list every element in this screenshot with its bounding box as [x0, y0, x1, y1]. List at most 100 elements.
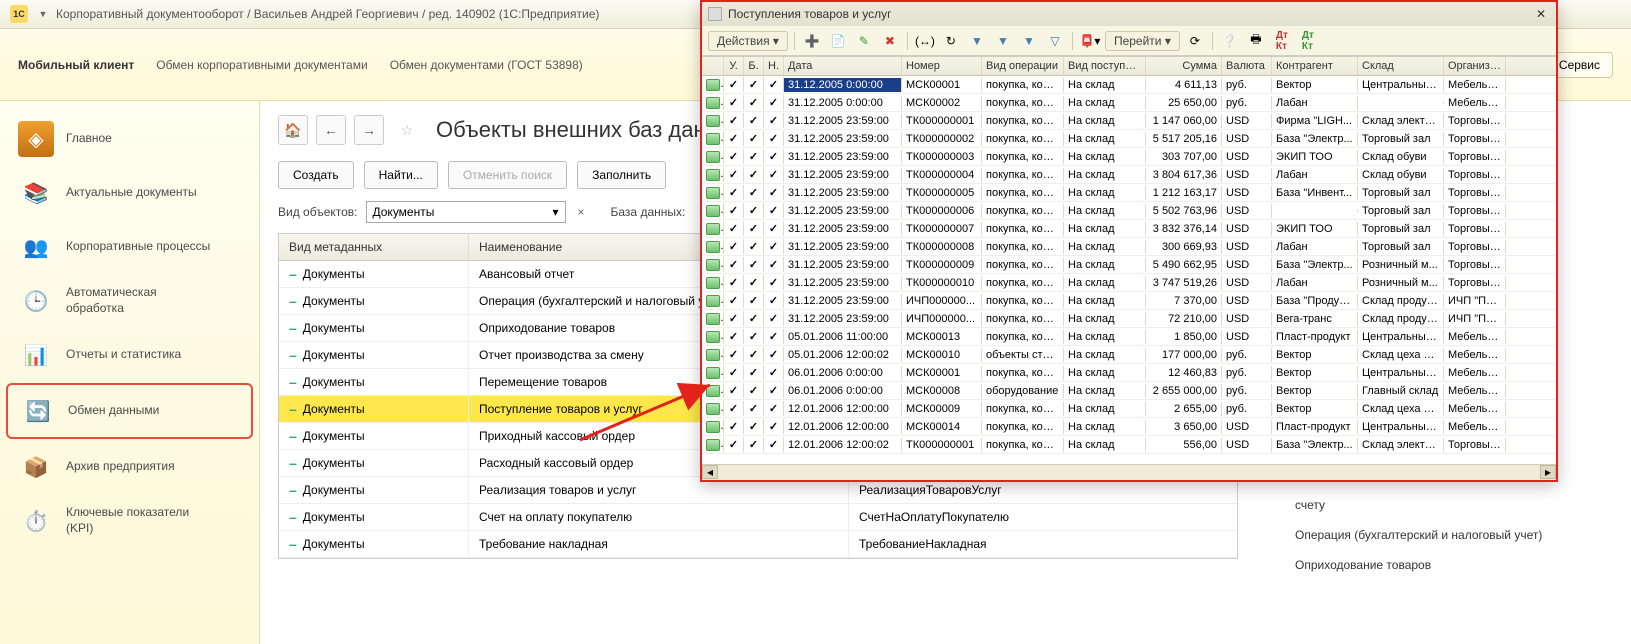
cell-sum: 3 650,00: [1146, 420, 1222, 434]
add-icon[interactable]: ➕: [801, 30, 823, 52]
edit-icon[interactable]: ✎: [853, 30, 875, 52]
grid-row[interactable]: 31.12.2005 23:59:00ТК000000008покупка, к…: [702, 238, 1556, 256]
grid-row[interactable]: 05.01.2006 12:00:02МСК00010объекты стро.…: [702, 346, 1556, 364]
create-button[interactable]: Создать: [278, 161, 354, 189]
sidebar-item-processes[interactable]: 👥 Корпоративные процессы: [6, 221, 253, 273]
cycle-icon[interactable]: ⟳: [1184, 30, 1206, 52]
filter1-icon[interactable]: ▼: [966, 30, 988, 52]
grid-scrollbar[interactable]: ◂ ▸: [702, 464, 1556, 480]
document-icon: [706, 385, 720, 397]
grid-row[interactable]: 12.01.2006 12:00:00МСК00009покупка, ком.…: [702, 400, 1556, 418]
cell-post: На склад: [1064, 114, 1146, 128]
debit-icon[interactable]: ДтКт: [1271, 30, 1293, 52]
grid-row[interactable]: 05.01.2006 11:00:00МСК00013покупка, ком.…: [702, 328, 1556, 346]
grid-row[interactable]: 12.01.2006 12:00:00МСК00014покупка, ком.…: [702, 418, 1556, 436]
goto-menu[interactable]: Перейти ▾: [1105, 31, 1180, 51]
cell-code: ТребованиеНакладная: [849, 531, 1237, 557]
grid-row[interactable]: 31.12.2005 23:59:00ТК000000001покупка, к…: [702, 112, 1556, 130]
cell-kind: Документы: [303, 294, 365, 308]
col-n[interactable]: Н.: [764, 57, 784, 75]
copy-icon[interactable]: 📄: [827, 30, 849, 52]
grid-row[interactable]: 31.12.2005 23:59:00ТК000000009покупка, к…: [702, 256, 1556, 274]
helper-item[interactable]: Операция (бухгалтерский и налоговый учет…: [1291, 520, 1621, 550]
col-sum[interactable]: Сумма: [1146, 57, 1222, 75]
find-button[interactable]: Найти...: [364, 161, 438, 189]
table-row[interactable]: –ДокументыСчет на оплату покупателюСчетН…: [279, 504, 1237, 531]
grid-row[interactable]: 31.12.2005 23:59:00ТК000000006покупка, к…: [702, 202, 1556, 220]
grid-row[interactable]: 06.01.2006 0:00:00МСК00008оборудованиеНа…: [702, 382, 1556, 400]
grid-row[interactable]: 31.12.2005 23:59:00ТК000000003покупка, к…: [702, 148, 1556, 166]
col-icon[interactable]: [702, 57, 724, 75]
check-icon: [729, 439, 738, 451]
sidebar-item-archive[interactable]: 📦 Архив предприятия: [6, 441, 253, 493]
refresh-icon[interactable]: ↻: [940, 30, 962, 52]
col-stock[interactable]: Склад: [1358, 57, 1444, 75]
credit-icon[interactable]: ДтКт: [1297, 30, 1319, 52]
filter-clear-icon[interactable]: ▽: [1044, 30, 1066, 52]
cell-oper: покупка, ком...: [982, 276, 1064, 290]
grid-row[interactable]: 31.12.2005 23:59:00ТК000000002покупка, к…: [702, 130, 1556, 148]
helper-item[interactable]: счету: [1291, 490, 1621, 520]
col-num[interactable]: Номер: [902, 57, 982, 75]
helper-item[interactable]: Оприходование товаров: [1291, 550, 1621, 580]
clear-filter-icon[interactable]: ×: [574, 205, 589, 219]
grid-row[interactable]: 31.12.2005 23:59:00ИЧП000000...покупка, …: [702, 292, 1556, 310]
scroll-right-icon[interactable]: ▸: [1540, 465, 1556, 479]
sidebar-item-auto[interactable]: 🕒 Автоматическая обработка: [6, 275, 253, 327]
cell-date: 31.12.2005 23:59:00: [784, 132, 902, 146]
grid-row[interactable]: 12.01.2006 12:00:02ТК000000001покупка, к…: [702, 436, 1556, 454]
find-icon[interactable]: (↔): [914, 30, 936, 52]
cell-stock: Склад электр...: [1358, 114, 1444, 128]
sidebar-item-actual-docs[interactable]: 📚 Актуальные документы: [6, 167, 253, 219]
grid-row[interactable]: 31.12.2005 23:59:00ИЧП000000...покупка, …: [702, 310, 1556, 328]
col-contr[interactable]: Контрагент: [1272, 57, 1358, 75]
col-date[interactable]: Дата: [784, 57, 902, 75]
col-u[interactable]: У.: [724, 57, 744, 75]
grid-row[interactable]: 31.12.2005 23:59:00ТК000000010покупка, к…: [702, 274, 1556, 292]
back-button[interactable]: ←: [316, 115, 346, 145]
delete-icon[interactable]: ✖: [879, 30, 901, 52]
post-icon[interactable]: 📮▾: [1079, 30, 1101, 52]
col-cur[interactable]: Валюта: [1222, 57, 1272, 75]
sidebar-item-main[interactable]: ◈ Главное: [6, 113, 253, 165]
scroll-left-icon[interactable]: ◂: [702, 465, 718, 479]
cell-stock: Центральный ...: [1358, 366, 1444, 380]
grid-row[interactable]: 06.01.2006 0:00:00МСК00001покупка, ком..…: [702, 364, 1556, 382]
print-icon[interactable]: 🖶: [1245, 30, 1267, 52]
grid-row[interactable]: 31.12.2005 0:00:00МСК00002покупка, ком..…: [702, 94, 1556, 112]
app-menu-icon[interactable]: ▼: [36, 7, 50, 21]
collapse-icon: –: [289, 320, 297, 336]
filter3-icon[interactable]: ▼: [1018, 30, 1040, 52]
filter2-icon[interactable]: ▼: [992, 30, 1014, 52]
table-row[interactable]: –ДокументыТребование накладнаяТребование…: [279, 531, 1237, 558]
cell-date: 06.01.2006 0:00:00: [784, 366, 902, 380]
sidebar-item-exchange[interactable]: 🔄 Обмен данными: [6, 383, 253, 439]
favorite-button[interactable]: ☆: [392, 115, 422, 145]
popup-titlebar[interactable]: Поступления товаров и услуг ✕: [702, 2, 1556, 26]
grid-row[interactable]: 31.12.2005 23:59:00ТК000000005покупка, к…: [702, 184, 1556, 202]
sidebar-item-kpi[interactable]: ⏱️ Ключевые показатели (KPI): [6, 495, 253, 547]
sidebar-item-reports[interactable]: 📊 Отчеты и статистика: [6, 329, 253, 381]
col-org[interactable]: Организац: [1444, 57, 1506, 75]
grid-row[interactable]: 31.12.2005 23:59:00ТК000000004покупка, к…: [702, 166, 1556, 184]
filter-kind-select[interactable]: Документы ▾: [366, 201, 566, 223]
home-button[interactable]: 🏠: [278, 115, 308, 145]
col-kind[interactable]: Вид метаданных: [279, 234, 469, 260]
document-icon: [706, 79, 720, 91]
close-icon[interactable]: ✕: [1532, 5, 1550, 23]
fill-button[interactable]: Заполнить: [577, 161, 666, 189]
check-icon: [769, 115, 778, 127]
cell-stock: Торговый зал: [1358, 222, 1444, 236]
nav-mobile-client[interactable]: Мобильный клиент: [18, 58, 134, 72]
nav-corp-exchange[interactable]: Обмен корпоративными документами: [156, 58, 367, 72]
grid-row[interactable]: 31.12.2005 0:00:00МСК00001покупка, ком..…: [702, 76, 1556, 94]
col-b[interactable]: Б.: [744, 57, 764, 75]
col-post[interactable]: Вид поступле...: [1064, 57, 1146, 75]
help-icon[interactable]: ❔: [1219, 30, 1241, 52]
nav-gost-exchange[interactable]: Обмен документами (ГОСТ 53898): [390, 58, 583, 72]
forward-button[interactable]: →: [354, 115, 384, 145]
collapse-icon: –: [289, 401, 297, 417]
actions-menu[interactable]: Действия ▾: [708, 31, 788, 51]
grid-row[interactable]: 31.12.2005 23:59:00ТК000000007покупка, к…: [702, 220, 1556, 238]
col-oper[interactable]: Вид операции: [982, 57, 1064, 75]
